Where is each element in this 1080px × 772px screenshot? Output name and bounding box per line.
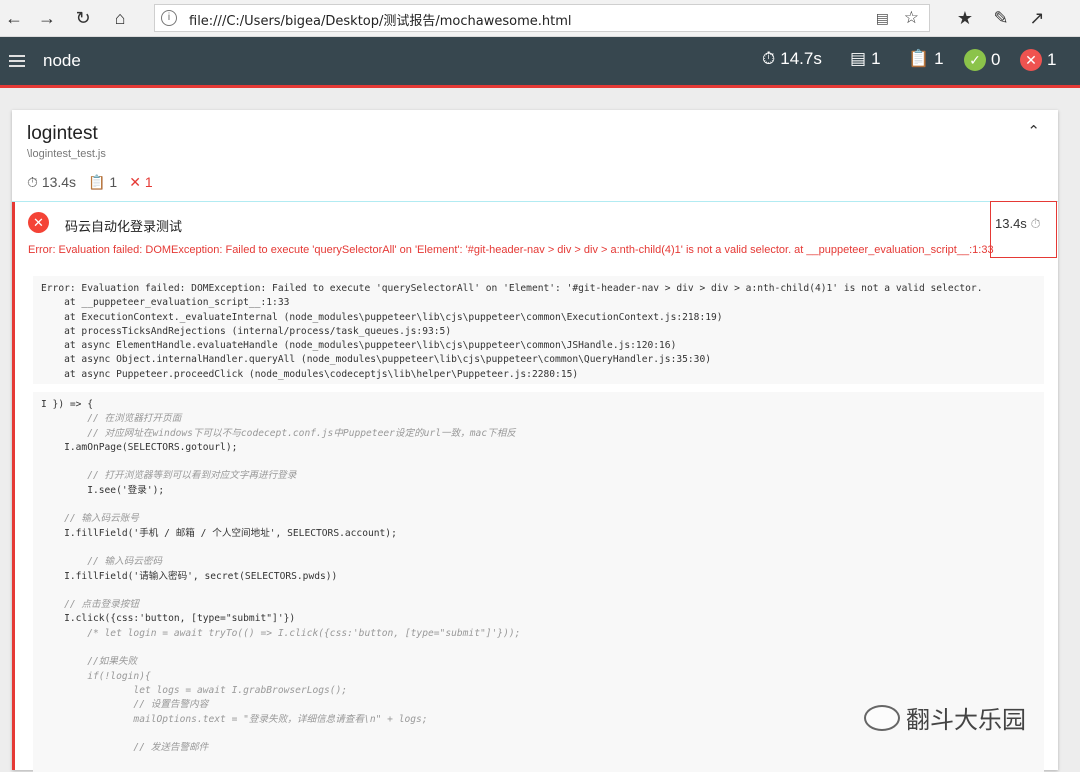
stack-line: at async Object.internalHandler.queryAll… <box>41 354 712 366</box>
suite-title: logintest <box>27 123 98 144</box>
code-line: I.fillField('请输入密码', secret(SELECTORS.pw… <box>41 570 338 582</box>
nav-duration: ⏱ 14.7s <box>762 49 822 69</box>
nav-duration-value: 14.7s <box>780 49 822 68</box>
code-line: /* let login = await tryTo(() => I.click… <box>41 627 521 639</box>
suite-duration: ⏱ 13.4s <box>27 174 76 191</box>
url-text[interactable]: file:///C:/Users/bigea/Desktop/测试报告/moch… <box>189 10 572 29</box>
nav-tests-count: 1 <box>934 49 944 68</box>
pen-icon[interactable]: ✎ <box>988 6 1014 30</box>
nav-suites[interactable]: ▤ 1 <box>850 49 881 69</box>
home-icon[interactable]: ⌂ <box>107 6 133 30</box>
stack-line: at async ElementHandle.evaluateHandle (n… <box>41 340 677 352</box>
suite-file: \logintest_test.js <box>27 148 106 160</box>
code-line: I.click({css:'button, [type="submit"]'}) <box>41 613 296 625</box>
wechat-icon <box>864 704 900 731</box>
chevron-up-icon[interactable]: ⌃ <box>1027 122 1040 140</box>
stopwatch-icon: ⏱ <box>762 49 776 68</box>
clipboard-icon: 📋 <box>88 174 106 190</box>
favorites-icon[interactable]: ★ <box>952 6 978 30</box>
code-line: // 输入码云密码 <box>41 556 163 568</box>
close-icon: ✕ <box>129 174 141 190</box>
nav-failed[interactable]: ✕ 1 <box>1020 49 1056 71</box>
watermark: 翻斗大乐园 <box>864 700 1026 735</box>
stack-line: Error: Evaluation failed: DOMException: … <box>41 283 983 294</box>
suite-tests-count: 1 <box>109 174 118 190</box>
stack-line: at ExecutionContext._evaluateInternal (n… <box>41 311 723 323</box>
favorite-star-icon[interactable]: ☆ <box>904 8 919 28</box>
code-line: // 点击登录按钮 <box>41 599 139 611</box>
code-line: I.amOnPage(SELECTORS.gotourl); <box>41 441 238 453</box>
nav-passed-count: 0 <box>991 50 1001 69</box>
code-line: I.fillField('手机 / 邮箱 / 个人空间地址', SELECTOR… <box>41 527 397 539</box>
code-line: // 在浏览器打开页面 <box>41 413 182 425</box>
suite-tests: 📋 1 <box>88 174 117 191</box>
address-bar[interactable]: i file:///C:/Users/bigea/Desktop/测试报告/mo… <box>154 4 930 32</box>
suite-card: logintest \logintest_test.js ⌃ ⏱ 13.4s 📋… <box>12 110 1058 772</box>
stopwatch-icon: ⏱ <box>27 174 38 190</box>
stack-line: at async Puppeteer.proceedClick (node_mo… <box>41 368 579 380</box>
test-duration: 13.4s ⏱ <box>990 201 1057 258</box>
refresh-icon[interactable]: ↻ <box>70 6 96 30</box>
stopwatch-icon: ⏱ <box>1030 216 1041 231</box>
code-line: I }) => { <box>41 399 93 410</box>
nav-tests[interactable]: 📋 1 <box>908 49 944 69</box>
report-navbar: node ⏱ 14.7s ▤ 1 📋 1 ✓ 0 ✕ 1 <box>0 37 1080 88</box>
fail-icon: ✕ <box>1020 49 1042 71</box>
code-line: // 输入码云账号 <box>41 513 139 525</box>
share-icon[interactable]: ↗ <box>1024 6 1050 30</box>
forward-icon[interactable]: → <box>34 6 60 30</box>
test-item[interactable]: ✕ 码云自动化登录测试 Error: Evaluation failed: DO… <box>12 201 1058 772</box>
test-error-message: Error: Evaluation failed: DOMException: … <box>28 244 994 256</box>
code-line: I.see('登录'); <box>41 484 165 496</box>
suite-failed: ✕ 1 <box>129 174 152 191</box>
stack-line: at processTicksAndRejections (internal/p… <box>41 325 452 337</box>
stack-line: at __puppeteer_evaluation_script__:1:33 <box>41 297 290 309</box>
nav-passed[interactable]: ✓ 0 <box>964 49 1000 71</box>
code-line: // 对应网址在windows下可以不与codecept.conf.js中Pup… <box>41 427 516 439</box>
info-icon[interactable]: i <box>161 10 177 26</box>
watermark-text: 翻斗大乐园 <box>906 707 1026 734</box>
suite-duration-value: 13.4s <box>41 174 77 190</box>
code-line: // 打开浏览器等到可以看到对应文字再进行登录 <box>41 470 297 482</box>
test-title[interactable]: 码云自动化登录测试 <box>65 216 182 235</box>
nav-suites-count: 1 <box>871 49 881 68</box>
suite-stats: ⏱ 13.4s 📋 1 ✕ 1 <box>27 174 153 191</box>
suite-failed-count: 1 <box>144 174 153 190</box>
code-line: let logs = await I.grabBrowserLogs(); <box>41 684 348 696</box>
test-duration-value: 13.4s <box>995 216 1027 231</box>
suites-icon: ▤ <box>850 49 867 68</box>
code-line: //如果失败 <box>41 656 138 668</box>
error-stack-trace: Error: Evaluation failed: DOMException: … <box>33 276 1044 384</box>
menu-icon[interactable] <box>9 55 25 70</box>
nav-failed-count: 1 <box>1047 50 1057 69</box>
code-line: if(!login){ <box>41 670 151 682</box>
browser-toolbar: ← → ↻ ⌂ i file:///C:/Users/bigea/Desktop… <box>0 0 1080 37</box>
clipboard-icon: 📋 <box>908 49 930 68</box>
fail-icon: ✕ <box>28 212 49 233</box>
code-line: // 发送告警邮件 <box>41 742 209 754</box>
check-icon: ✓ <box>964 49 986 71</box>
reading-view-icon[interactable]: ▤ <box>876 10 889 27</box>
nav-title: node <box>43 51 81 70</box>
back-icon[interactable]: ← <box>1 6 27 30</box>
